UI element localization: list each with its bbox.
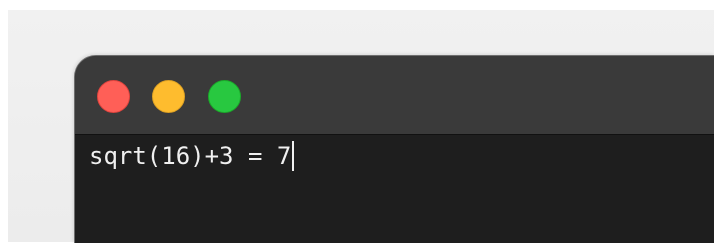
- text-cursor: [292, 141, 295, 171]
- close-icon[interactable]: [97, 80, 130, 113]
- terminal-output-line: sqrt(16)+3 = 7: [89, 137, 295, 175]
- zoom-icon[interactable]: [208, 80, 241, 113]
- window-titlebar[interactable]: [75, 56, 714, 135]
- terminal-content[interactable]: sqrt(16)+3 = 7: [75, 135, 714, 243]
- minimize-icon[interactable]: [152, 80, 185, 113]
- terminal-window[interactable]: sqrt(16)+3 = 7: [74, 55, 714, 243]
- output-text: sqrt(16)+3 = 7: [89, 142, 292, 170]
